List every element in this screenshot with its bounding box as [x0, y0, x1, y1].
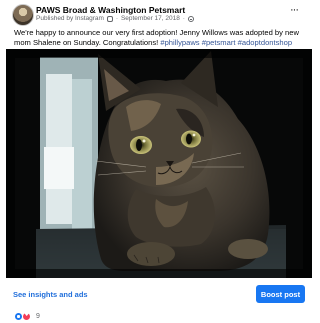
post-photo[interactable] — [6, 49, 312, 278]
post-date[interactable]: September 17, 2018 — [121, 15, 180, 22]
hashtag-link[interactable]: #phillypaws — [160, 38, 199, 47]
post-card: PAWS Broad & Washington Petsmart Publish… — [0, 0, 320, 323]
post-meta: Published by Instagram · September 17, 2… — [36, 15, 194, 22]
globe-icon — [187, 15, 194, 22]
post-text: We're happy to announce our very first a… — [14, 28, 310, 48]
reaction-count: 9 — [36, 313, 40, 320]
hashtag-link[interactable]: #adoptdontshop — [238, 38, 292, 47]
hashtag-link[interactable]: #petsmart — [202, 38, 236, 47]
boost-post-button[interactable]: Boost post — [256, 285, 305, 303]
more-options-button[interactable]: ··· — [285, 5, 303, 17]
page-avatar[interactable] — [12, 4, 34, 26]
instagram-icon — [106, 15, 113, 22]
heart-icon — [22, 311, 31, 321]
separator-dot: · — [115, 15, 118, 22]
reactions-summary[interactable]: 9 — [14, 311, 40, 321]
see-insights-link[interactable]: See insights and ads — [13, 290, 88, 299]
published-by-label[interactable]: Published by Instagram — [36, 15, 104, 22]
cat-photo-image — [6, 49, 312, 278]
separator-dot: · — [182, 15, 185, 22]
page-name-link[interactable]: PAWS Broad & Washington Petsmart — [36, 5, 185, 15]
